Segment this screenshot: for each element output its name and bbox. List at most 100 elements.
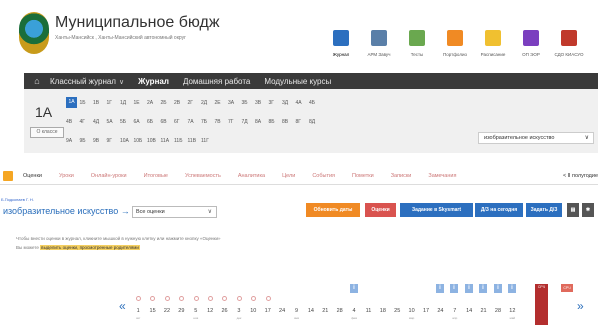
lesson-date[interactable]: 24 bbox=[433, 296, 447, 320]
lesson-date[interactable]: 10 мар bbox=[404, 296, 418, 320]
lesson-date[interactable]: 28 bbox=[332, 296, 346, 320]
lesson-date[interactable]: 17 bbox=[261, 296, 275, 320]
class-link[interactable]: 1Г bbox=[107, 100, 121, 106]
class-link[interactable]: 1В bbox=[93, 100, 107, 106]
class-link[interactable]: 11В bbox=[188, 138, 202, 144]
tab-9[interactable]: Записки bbox=[391, 173, 412, 179]
class-link[interactable]: 9Г bbox=[107, 138, 121, 144]
class-link[interactable]: 10В bbox=[147, 138, 161, 144]
info-icon[interactable]: i bbox=[494, 284, 502, 293]
class-link[interactable]: 2В bbox=[174, 100, 188, 106]
class-link[interactable]: 3Г bbox=[269, 100, 283, 106]
tab-8[interactable]: Пометки bbox=[352, 173, 374, 179]
timeline-prev-button[interactable]: « bbox=[119, 299, 126, 313]
class-link[interactable]: 3В bbox=[255, 100, 269, 106]
class-link[interactable]: 2Г bbox=[188, 100, 202, 106]
class-link[interactable]: 3А bbox=[228, 100, 242, 106]
class-link[interactable]: 4Д bbox=[93, 119, 107, 125]
timeline-next-button[interactable]: » bbox=[577, 299, 584, 313]
lesson-date[interactable]: 25 bbox=[390, 296, 404, 320]
about-class-button[interactable]: О классе bbox=[30, 127, 64, 138]
lesson-date[interactable]: 21 bbox=[318, 296, 332, 320]
app-journal[interactable]: Журнал bbox=[322, 30, 360, 57]
class-link[interactable]: 7Б bbox=[201, 119, 215, 125]
class-link[interactable]: 11Б bbox=[174, 138, 188, 144]
teacher-name[interactable]: Б.Подкопаев Г. Н. bbox=[1, 197, 34, 202]
class-link[interactable]: 9В bbox=[93, 138, 107, 144]
app-schedule[interactable]: Расписание bbox=[474, 30, 512, 57]
nav-class-journal[interactable]: Классный журнал ∨ bbox=[50, 77, 124, 86]
class-link[interactable]: 7В bbox=[215, 119, 229, 125]
lesson-date[interactable]: 4 фев bbox=[347, 296, 361, 320]
class-link[interactable]: 11А bbox=[161, 138, 175, 144]
skysmart-task-button[interactable]: Задание в Skysmart bbox=[400, 203, 473, 217]
class-link[interactable]: 11Г bbox=[201, 138, 215, 144]
lesson-date[interactable]: 5 ноя bbox=[189, 296, 203, 320]
nav-homework[interactable]: Домашняя работа bbox=[183, 77, 250, 86]
subject-select[interactable]: изобразительное искусство ∨ bbox=[478, 132, 594, 144]
info-icon[interactable]: i bbox=[436, 284, 444, 293]
lesson-date[interactable]: 7 апр bbox=[448, 296, 462, 320]
class-link[interactable]: 7А bbox=[188, 119, 202, 125]
tab-7[interactable]: События bbox=[312, 173, 335, 179]
class-link[interactable]: 8Д bbox=[309, 119, 323, 125]
tab-1[interactable]: Уроки bbox=[59, 173, 74, 179]
class-link[interactable]: 5Б bbox=[120, 119, 134, 125]
lesson-date[interactable]: 11 bbox=[361, 296, 375, 320]
nav-journal[interactable]: Журнал bbox=[138, 77, 169, 86]
class-link[interactable]: 10Б bbox=[134, 138, 148, 144]
period-grade-column[interactable]: СРЧ bbox=[535, 284, 548, 325]
app-portfolio[interactable]: Портфолио bbox=[436, 30, 474, 57]
tab-5[interactable]: Аналитика bbox=[238, 173, 265, 179]
tab-6[interactable]: Цели bbox=[282, 173, 295, 179]
assign-homework-button[interactable]: Задать Д/З bbox=[526, 203, 562, 217]
class-link[interactable]: 1Б bbox=[80, 100, 94, 106]
class-link[interactable]: 6Г bbox=[174, 119, 188, 125]
lesson-date[interactable]: 17 bbox=[419, 296, 433, 320]
class-link[interactable]: 6В bbox=[161, 119, 175, 125]
document-icon[interactable]: ▤ bbox=[567, 203, 579, 217]
tab-3[interactable]: Итоговые bbox=[144, 173, 168, 179]
lesson-date[interactable]: 14 bbox=[462, 296, 476, 320]
app-arm[interactable]: АРМ Завуч bbox=[360, 30, 398, 57]
tab-4[interactable]: Успеваемость bbox=[185, 173, 221, 179]
class-link[interactable]: 7Д bbox=[242, 119, 256, 125]
class-link[interactable]: 4В bbox=[66, 119, 80, 125]
app-eor[interactable]: ОП ЭОР bbox=[512, 30, 550, 57]
class-link[interactable]: 1А bbox=[66, 97, 77, 108]
lesson-date[interactable]: 10 bbox=[246, 296, 260, 320]
class-link[interactable]: 9А bbox=[66, 138, 80, 144]
info-icon[interactable]: i bbox=[465, 284, 473, 293]
class-link[interactable]: 10А bbox=[120, 138, 134, 144]
lesson-date[interactable]: 9 янв bbox=[289, 296, 303, 320]
class-link[interactable]: 2Б bbox=[161, 100, 175, 106]
tab-0[interactable]: Оценки bbox=[23, 173, 42, 179]
lesson-date[interactable]: 14 bbox=[304, 296, 318, 320]
tab-10[interactable]: Замечания bbox=[428, 173, 456, 179]
homework-today-button[interactable]: Д/З на сегодня bbox=[475, 203, 523, 217]
class-link[interactable]: 8А bbox=[255, 119, 269, 125]
lesson-date[interactable]: 3 дек bbox=[232, 296, 246, 320]
class-link[interactable]: 3Б bbox=[242, 100, 256, 106]
info-icon[interactable]: i bbox=[479, 284, 487, 293]
class-link[interactable]: 4Б bbox=[309, 100, 323, 106]
app-sdo[interactable]: СДО КИАСУО bbox=[550, 30, 588, 57]
class-link[interactable]: 8В bbox=[282, 119, 296, 125]
grades-button[interactable]: Оценки bbox=[365, 203, 396, 217]
class-link[interactable]: 9Б bbox=[80, 138, 94, 144]
info-icon[interactable]: i bbox=[350, 284, 358, 293]
lesson-date[interactable]: 28 bbox=[491, 296, 505, 320]
class-link[interactable]: 6А bbox=[134, 119, 148, 125]
class-link[interactable]: 2Д bbox=[201, 100, 215, 106]
class-link[interactable]: 1Е bbox=[134, 100, 148, 106]
class-link[interactable]: 4Г bbox=[80, 119, 94, 125]
update-dates-button[interactable]: Обновить даты bbox=[306, 203, 360, 217]
class-link[interactable]: 4А bbox=[296, 100, 310, 106]
class-link[interactable]: 7Г bbox=[228, 119, 242, 125]
tab-2[interactable]: Онлайн-уроки bbox=[91, 173, 127, 179]
lesson-date[interactable]: 21 bbox=[476, 296, 490, 320]
info-icon[interactable]: i bbox=[508, 284, 516, 293]
period-selector[interactable]: < Ⅱ полугодие bbox=[563, 173, 598, 179]
class-link[interactable]: 8Б bbox=[269, 119, 283, 125]
lesson-date[interactable]: 12 май bbox=[505, 296, 519, 320]
